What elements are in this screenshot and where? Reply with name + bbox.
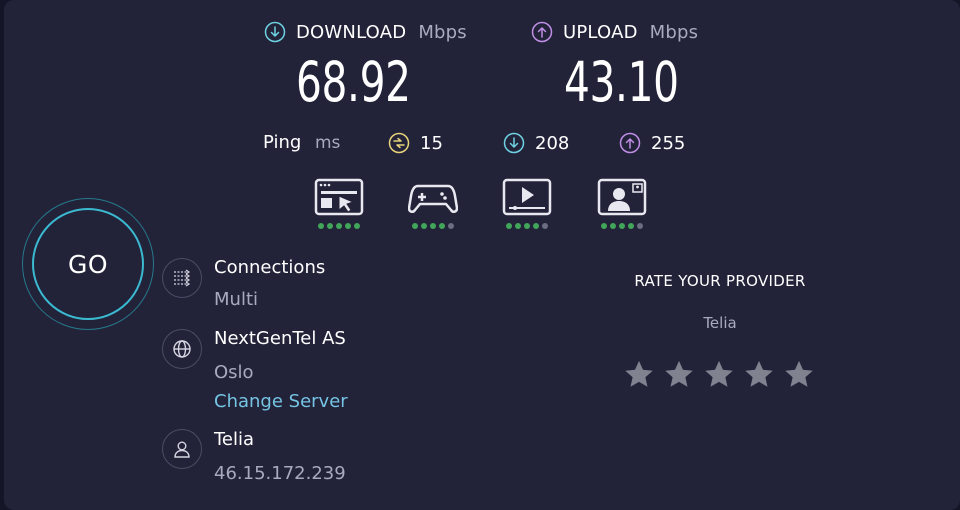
connections-mode: Multi: [214, 289, 258, 310]
ping-row: Ping ms 15 208 255: [0, 132, 960, 156]
rating-dot: [327, 223, 333, 229]
rating-dot: [524, 223, 530, 229]
usage-rating-dots: [501, 223, 553, 229]
rating-dot: [610, 223, 616, 229]
download-header: DOWNLOAD Mbps: [264, 20, 467, 44]
rating-dot: [318, 223, 324, 229]
rating-stars: [624, 359, 814, 389]
ping-download-value: 208: [535, 132, 570, 154]
rating-dot: [421, 223, 427, 229]
video-play-icon: [502, 178, 552, 216]
usage-rating-dots: [596, 223, 648, 229]
change-server-link[interactable]: Change Server: [214, 391, 348, 412]
download-arrow-icon: [264, 21, 286, 43]
go-button-label: GO: [32, 208, 144, 320]
gamepad-icon: [408, 184, 458, 213]
jitter-icon: [388, 132, 410, 154]
server-name: NextGenTel AS: [214, 328, 346, 349]
rating-dot: [542, 223, 548, 229]
rating-dot: [533, 223, 539, 229]
ping-upload: 255: [619, 132, 685, 154]
ip-address: 46.15.172.239: [214, 463, 346, 484]
rating-dot: [637, 223, 643, 229]
download-arrow-icon: [503, 132, 525, 154]
star-icon[interactable]: [624, 359, 654, 389]
download-label: DOWNLOAD: [296, 21, 407, 43]
user-icon: [162, 429, 202, 469]
upload-unit: Mbps: [649, 21, 699, 43]
ping-download: 208: [503, 132, 569, 154]
rating-dot: [336, 223, 342, 229]
rate-provider-title: RATE YOUR PROVIDER: [634, 272, 806, 290]
connections-icon: [162, 258, 202, 298]
star-icon[interactable]: [664, 359, 694, 389]
isp-name: Telia: [214, 429, 255, 450]
rating-dot: [345, 223, 351, 229]
usage-rating-dots: [313, 223, 365, 229]
ping-jitter-value: 15: [420, 132, 443, 154]
rating-dot: [515, 223, 521, 229]
download-unit: Mbps: [418, 21, 467, 43]
usage-video-calls: [596, 178, 648, 229]
star-icon[interactable]: [704, 359, 734, 389]
usage-rating-dots: [407, 223, 459, 229]
server-city: Oslo: [214, 362, 254, 383]
rate-provider-name: Telia: [703, 314, 737, 332]
ping-jitter: 15: [388, 132, 443, 154]
ping-unit: ms: [315, 133, 341, 153]
globe-icon: [162, 329, 202, 369]
rating-dot: [601, 223, 607, 229]
rating-dot: [628, 223, 634, 229]
go-button[interactable]: GO: [22, 198, 154, 330]
web-browsing-icon: [314, 178, 364, 216]
rating-dot: [354, 223, 360, 229]
rating-dot: [430, 223, 436, 229]
star-icon[interactable]: [784, 359, 814, 389]
upload-header: UPLOAD Mbps: [531, 20, 698, 44]
star-icon[interactable]: [744, 359, 774, 389]
video-call-icon: [597, 178, 647, 216]
usage-web-browsing: [313, 178, 365, 229]
usage-gaming: [407, 178, 459, 229]
upload-arrow-icon: [619, 132, 641, 154]
rating-dot: [439, 223, 445, 229]
rating-dot: [412, 223, 418, 229]
upload-value: 43.10: [564, 50, 679, 114]
usage-streaming: [501, 178, 553, 229]
ping-upload-value: 255: [651, 132, 686, 154]
ping-label: Ping: [263, 132, 302, 153]
download-value: 68.92: [296, 50, 411, 114]
connections-title: Connections: [214, 257, 326, 278]
rating-dot: [506, 223, 512, 229]
upload-arrow-icon: [531, 21, 553, 43]
upload-label: UPLOAD: [563, 21, 638, 43]
rating-dot: [448, 223, 454, 229]
rating-dot: [619, 223, 625, 229]
